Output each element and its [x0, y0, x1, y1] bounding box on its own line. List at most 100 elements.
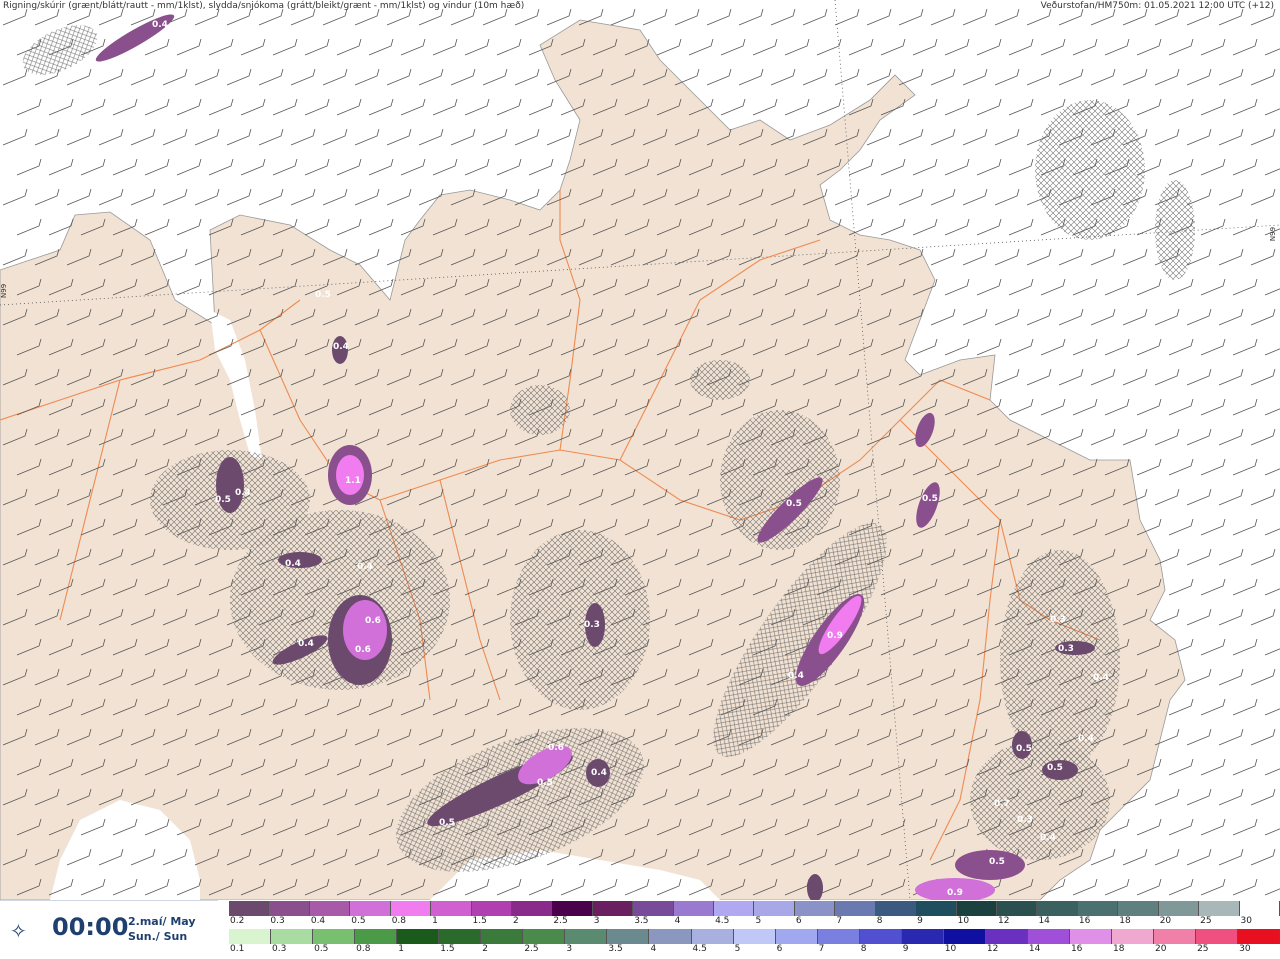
legend-label: 7	[818, 944, 825, 954]
forecast-date: 2.maí/ May	[128, 915, 196, 928]
precip-label: 0.6	[548, 743, 564, 753]
legend-label: 20	[1155, 944, 1167, 954]
legend-label: 3.5	[634, 916, 649, 926]
legend-swatch	[916, 901, 957, 916]
precip-label: 0.4	[152, 20, 168, 30]
legend-swatch	[943, 929, 986, 944]
legend-label: 5	[734, 944, 741, 954]
legend-swatch	[649, 929, 692, 944]
forecast-time: 00:00	[52, 913, 129, 941]
legend-swatch	[1154, 929, 1197, 944]
legend-label: 25	[1200, 916, 1212, 926]
legend-label: 9	[917, 916, 923, 926]
legend-label: 3	[566, 944, 573, 954]
precip-label: 0.5	[315, 290, 331, 300]
legend-swatch	[511, 901, 553, 916]
map-source: Veðurstofan/HM750m: 01.05.2021 12:00 UTC…	[1040, 1, 1274, 11]
legend-label: 3	[593, 916, 600, 926]
legend-label: 6	[795, 916, 802, 926]
legend-swatch	[901, 929, 944, 944]
precip-label: 0.5	[989, 857, 1005, 867]
map-title: Rigning/skúrir (grænt/blátt/rautt - mm/1…	[3, 1, 525, 11]
legend-swatch	[835, 901, 876, 916]
legend-label: 8	[876, 916, 883, 926]
precip-label: 0.4	[1093, 673, 1109, 683]
legend-swatch	[733, 929, 776, 944]
legend-label: 1	[398, 944, 404, 954]
legend-label: 6	[776, 944, 783, 954]
legend-swatch	[956, 901, 998, 916]
precip-label: 0.4	[298, 639, 314, 649]
legend-label: 4.5	[715, 916, 730, 926]
precip-label: 0.3	[1017, 815, 1033, 825]
legend-swatch	[714, 901, 755, 916]
legend-swatch	[997, 901, 1038, 916]
legend-label: 10	[944, 944, 957, 954]
legend-label: 14	[1038, 916, 1050, 926]
legend-swatch	[523, 929, 566, 944]
legend-label: 12	[986, 944, 999, 954]
legend-snow-scale	[229, 901, 1280, 916]
legend-swatch	[229, 929, 272, 944]
precip-label: 1.1	[345, 476, 361, 486]
legend-swatch	[817, 929, 860, 944]
legend-swatch	[355, 929, 398, 944]
legend-swatch	[1238, 929, 1280, 944]
legend-label: 0.2	[230, 916, 245, 926]
legend-swatch	[1027, 929, 1070, 944]
legend-swatch	[309, 901, 351, 916]
precip-label: 0.4	[333, 342, 349, 352]
legend-label: 16	[1078, 916, 1091, 926]
precip-label: 0.4	[1078, 734, 1094, 744]
precip-label: 0.3	[1058, 644, 1074, 654]
legend-label: 8	[860, 944, 867, 954]
legend-swatch	[269, 901, 310, 916]
legend-label: 0.5	[351, 916, 366, 926]
legend-swatch	[592, 901, 634, 916]
legend-label: 25	[1197, 944, 1209, 954]
precip-label: 0.3	[584, 620, 600, 630]
legend-snow-labels: 0.2 0.3 0.4 0.5 0.8 1 1.5 2 2.5 3 3.5 4 4.5 5 6 7 8 9 10 12…	[229, 916, 1280, 927]
legend-swatch	[471, 901, 512, 916]
precip-label: 0.5	[1047, 763, 1063, 773]
graticule-label-right: N99	[1268, 226, 1277, 242]
precip-label: 0.3	[1050, 615, 1066, 625]
legend-label: 2	[482, 944, 489, 954]
legend-label: 2.5	[553, 916, 568, 926]
legend-label: 30	[1240, 916, 1252, 926]
precip-label: 0.5	[439, 818, 455, 828]
precip-label: 0.4	[788, 671, 804, 681]
legend-label: 3.5	[608, 944, 623, 954]
legend-swatch	[1196, 929, 1239, 944]
legend-label: 0.3	[272, 944, 287, 954]
legend-label: 4.5	[692, 944, 707, 954]
precip-label: 0.6	[365, 616, 381, 626]
legend-swatch	[439, 929, 482, 944]
legend-swatch	[691, 929, 734, 944]
legend-label: 1	[432, 916, 438, 926]
time-panel: ✧ 00:00 2.maí/ May Sun./ Sun	[0, 900, 218, 959]
legend-swatch	[673, 901, 715, 916]
legend-swatch	[754, 901, 795, 916]
legend-swatch	[313, 929, 356, 944]
forecast-day: Sun./ Sun	[128, 930, 188, 943]
clock-arrows-icon[interactable]: ✧	[10, 919, 27, 943]
precip-label: 0.4	[1040, 833, 1056, 843]
legend-label: 0.5	[314, 944, 329, 954]
legend-label: 0.3	[270, 916, 285, 926]
legend-label: 18	[1119, 916, 1131, 926]
legend-rain-labels: 0.1 0.3 0.5 0.8 1 1.5 2 2.5 3 3.5 4 4.5 5 6 7 8 9 10 12 14 1…	[229, 944, 1280, 955]
precip-label: 0.4	[591, 768, 607, 778]
legend-swatch	[1069, 929, 1112, 944]
legend-swatch	[775, 929, 818, 944]
legend-label: 10	[957, 916, 970, 926]
legend-swatch	[875, 901, 917, 916]
precip-label: 0.6	[355, 645, 371, 655]
legend-swatch	[431, 901, 472, 916]
legend-swatch	[565, 929, 608, 944]
legend-label: 14	[1028, 944, 1041, 954]
legend-swatch	[1239, 901, 1280, 916]
color-legend: 0.2 0.3 0.4 0.5 0.8 1 1.5 2 2.5 3 3.5 4 4.5 5 6 7 8 9 10 12…	[229, 900, 1280, 958]
precip-label: 0.4	[357, 562, 373, 572]
legend-swatch	[1111, 929, 1155, 944]
